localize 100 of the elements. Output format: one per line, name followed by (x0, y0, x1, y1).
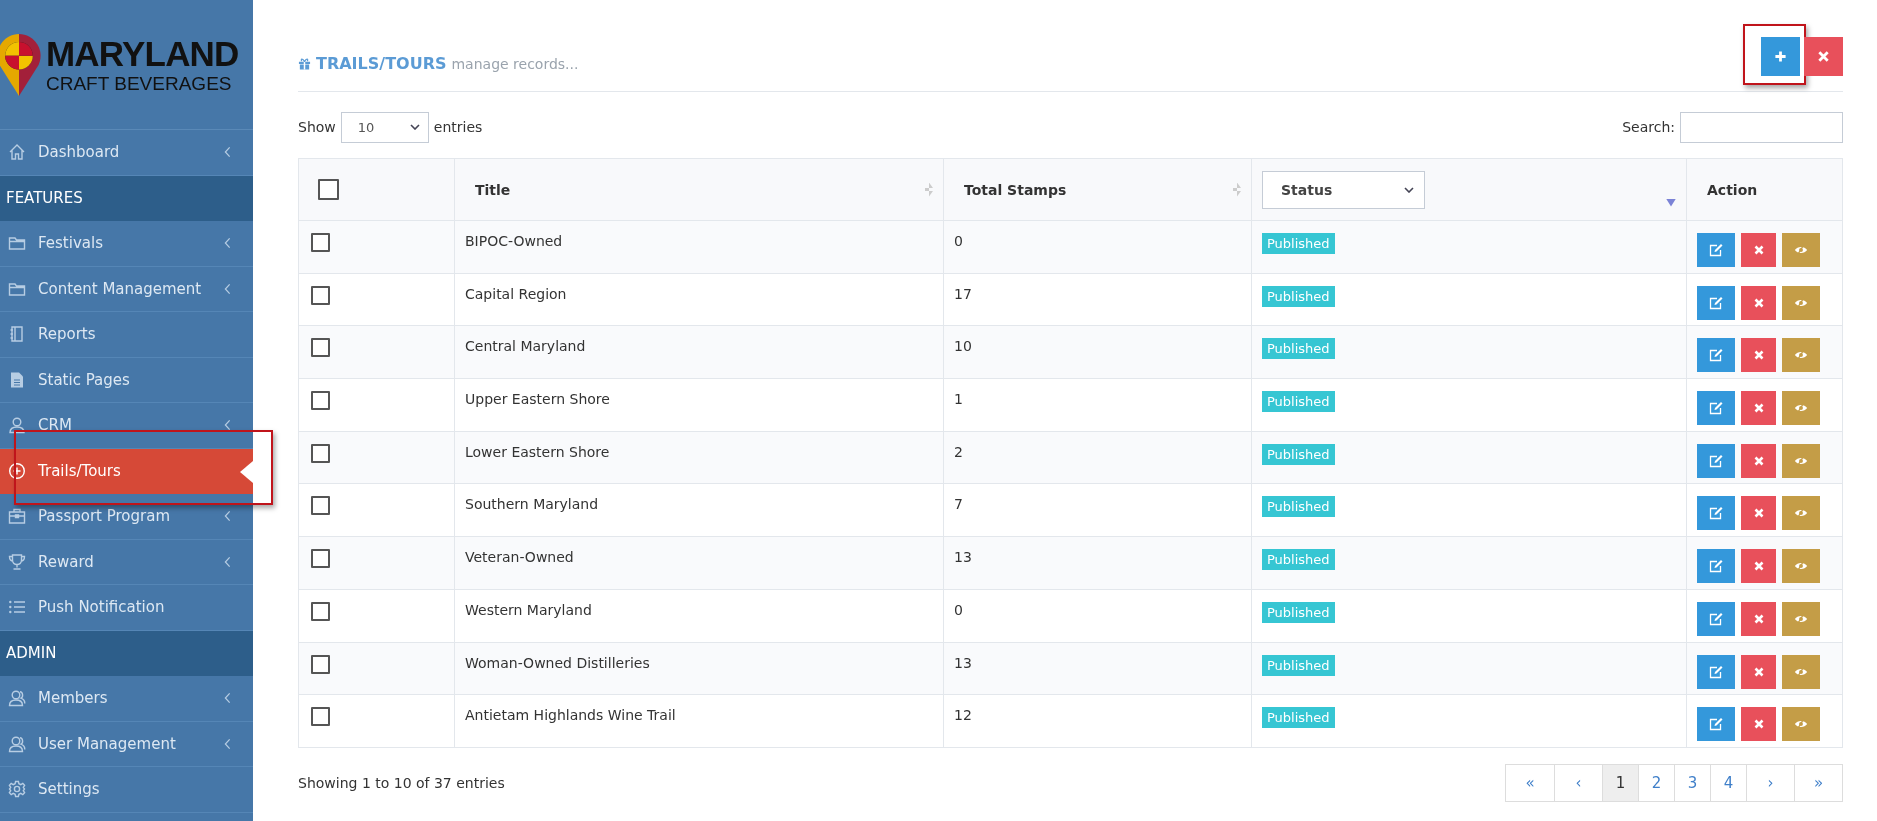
pagination-button[interactable]: 1 (1602, 764, 1638, 801)
row-checkbox[interactable] (311, 654, 330, 674)
hide-button[interactable] (1782, 391, 1820, 426)
table-cell: Central Maryland (465, 338, 586, 355)
add-button[interactable] (1761, 37, 1800, 76)
select-all-checkbox[interactable] (318, 179, 339, 200)
pagination-button[interactable]: 4 (1710, 764, 1746, 801)
row-checkbox[interactable] (311, 443, 330, 463)
delete-button[interactable] (1741, 443, 1776, 478)
pagination-button[interactable]: › (1746, 764, 1794, 801)
show-label: Show (298, 119, 336, 135)
sidebar-item[interactable]: Festivals (0, 221, 253, 267)
table-cell: 13 (954, 654, 972, 671)
sidebar-item[interactable]: Reward (0, 539, 253, 585)
chevron-icon (224, 510, 231, 523)
caret-icon (1404, 186, 1414, 193)
table-cell: 13 (954, 549, 972, 566)
table-cell: Woman-Owned Distilleries (465, 654, 650, 671)
row-checkbox[interactable] (311, 338, 330, 358)
table-cell: BIPOC-Owned (465, 233, 563, 249)
status-filter-dropdown[interactable]: Status (1262, 170, 1425, 209)
delete-button[interactable] (1741, 285, 1776, 320)
hide-button[interactable] (1782, 443, 1820, 478)
caret-icon (409, 124, 420, 130)
delete-button[interactable] (1741, 338, 1776, 373)
sidebar-item[interactable]: CRM (0, 403, 253, 449)
edit-button[interactable] (1697, 443, 1735, 478)
notebook-icon (8, 325, 26, 344)
edit-button[interactable] (1697, 707, 1735, 742)
status-badge: Published (1262, 707, 1335, 729)
row-checkbox[interactable] (311, 601, 330, 621)
sidebar-item[interactable]: Settings (0, 767, 253, 813)
edit-button[interactable] (1697, 285, 1735, 320)
edit-button[interactable] (1697, 496, 1735, 531)
entries-dropdown[interactable]: 10 (340, 111, 429, 143)
pagination-button[interactable]: » (1794, 764, 1842, 801)
page-title: TRAILS/TOURS (316, 54, 447, 73)
hide-button[interactable] (1782, 285, 1820, 320)
sidebar-item[interactable]: Dashboard (0, 130, 253, 176)
hide-button[interactable] (1782, 601, 1820, 636)
pointer-icon (240, 460, 253, 483)
table-cell: Southern Maryland (465, 496, 599, 513)
chevron-icon (224, 692, 231, 705)
edit-icon (1709, 348, 1723, 363)
edit-icon (1709, 611, 1723, 626)
sidebar-item[interactable]: User Management (0, 721, 253, 767)
status-badge: Published (1262, 601, 1335, 623)
delete-button[interactable] (1741, 233, 1776, 267)
hide-button[interactable] (1782, 338, 1820, 373)
row-checkbox[interactable] (311, 707, 330, 727)
pagination-button[interactable]: 2 (1638, 764, 1674, 801)
pagination-button[interactable]: 3 (1674, 764, 1710, 801)
chevron-icon (224, 237, 231, 250)
chevron-icon (224, 282, 231, 295)
edit-button[interactable] (1697, 233, 1735, 267)
search-field[interactable] (1680, 111, 1843, 143)
delete-button[interactable] (1804, 37, 1843, 76)
sidebar-item[interactable]: Members (0, 676, 253, 722)
row-checkbox[interactable] (311, 285, 330, 305)
pagination-button[interactable]: « (1506, 764, 1554, 801)
edit-button[interactable] (1697, 391, 1735, 426)
search-label: Search: (1622, 119, 1675, 135)
row-checkbox[interactable] (311, 549, 330, 569)
table-cell: 7 (954, 496, 963, 513)
sidebar-item[interactable]: Trails/Tours (0, 448, 253, 494)
hide-button[interactable] (1782, 233, 1820, 267)
edit-button[interactable] (1697, 601, 1735, 636)
logo-tagline: CRAFT BEVERAGES (46, 73, 233, 94)
edit-button[interactable] (1697, 338, 1735, 373)
delete-button[interactable] (1741, 654, 1776, 689)
edit-button[interactable] (1697, 549, 1735, 584)
delete-button[interactable] (1741, 496, 1776, 531)
plus-icon (1774, 50, 1787, 63)
trophy-icon (8, 552, 26, 571)
edit-button[interactable] (1697, 654, 1735, 689)
hide-button[interactable] (1782, 707, 1820, 742)
close-icon (1817, 50, 1830, 63)
sidebar-item[interactable]: Push Notification (0, 585, 253, 631)
hide-button[interactable] (1782, 654, 1820, 689)
sidebar-item[interactable]: Reports (0, 312, 253, 358)
sidebar-item[interactable]: Static Pages (0, 357, 253, 403)
status-badge: Published (1262, 549, 1335, 571)
delete-button[interactable] (1741, 707, 1776, 742)
table-cell: Antietam Highlands Wine Trail (465, 707, 676, 724)
sidebar-item[interactable]: Content Management (0, 266, 253, 312)
row-checkbox[interactable] (311, 391, 330, 411)
table-cell: 1 (954, 391, 963, 408)
delete-button[interactable] (1741, 391, 1776, 426)
status-badge: Published (1262, 496, 1335, 518)
row-checkbox[interactable] (311, 496, 330, 516)
document-icon (8, 370, 26, 389)
column-header: Total Stamps (963, 181, 1067, 198)
table-cell: 17 (954, 285, 972, 302)
delete-button[interactable] (1741, 601, 1776, 636)
hide-button[interactable] (1782, 549, 1820, 584)
hide-button[interactable] (1782, 496, 1820, 531)
table-cell: 10 (954, 338, 972, 355)
row-checkbox[interactable] (311, 233, 330, 252)
delete-button[interactable] (1741, 549, 1776, 584)
sidebar-item[interactable]: Passport Program (0, 494, 253, 540)
